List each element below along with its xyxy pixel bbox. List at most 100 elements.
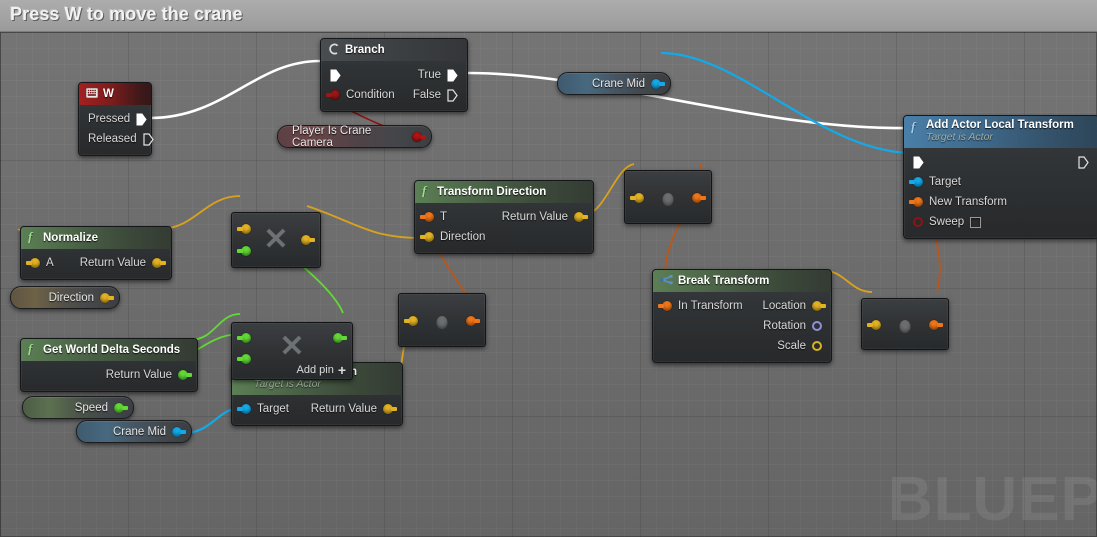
wire-layer (17, 51, 941, 435)
pin-label-new-transform: New Transform (929, 196, 1007, 208)
node-branch[interactable]: Branch True Condition False (320, 38, 468, 112)
pin-row-target[interactable]: Target (904, 172, 1097, 192)
node-break-transform[interactable]: Break Transform In Transform Location Ro… (652, 269, 832, 363)
pin-row-target[interactable]: Target Return Value (232, 399, 402, 419)
wire-exec-pressed-to-branch (149, 59, 321, 120)
var-node-crane-mid-bottom[interactable]: Crane Mid (76, 420, 192, 443)
vector-pin-direction[interactable] (420, 232, 434, 242)
pin-row-rotation[interactable]: Rotation (653, 316, 831, 336)
vector-pin-return-value[interactable] (383, 404, 397, 414)
object-pin-target[interactable] (909, 177, 923, 187)
node-body: True Condition False (321, 61, 467, 111)
vector-input-pin[interactable] (867, 320, 881, 330)
pin-row-a[interactable]: A Return Value (21, 253, 171, 273)
exec-pin-false[interactable] (447, 88, 458, 102)
pin-row-scale[interactable]: Scale (653, 336, 831, 356)
pin-row-condition[interactable]: Condition False (321, 85, 467, 105)
node-title: Branch (345, 44, 385, 56)
object-output-pin[interactable] (172, 426, 186, 437)
float-pin-a[interactable] (237, 333, 251, 343)
node-transform-direction[interactable]: f Transform Direction T Return Value Dir… (414, 180, 594, 254)
pin-row-return-value[interactable]: Return Value (21, 365, 197, 385)
node-collapsed-make-transform-b[interactable] (861, 298, 949, 350)
bool-output-pin[interactable] (412, 131, 426, 142)
pin-label-return-value: Return Value (79, 257, 146, 269)
node-subtitle: Target is Actor (926, 131, 993, 143)
vector-pin-a[interactable] (26, 258, 40, 268)
blueprint-graph-canvas[interactable]: BLUEP W Pressed Released Branch True Con… (0, 32, 1097, 537)
node-title: Break Transform (678, 275, 770, 287)
pin-row-pressed[interactable]: Pressed (79, 109, 151, 129)
sweep-checkbox[interactable] (970, 216, 982, 228)
node-header: Break Transform (653, 270, 831, 292)
pin-row-released[interactable]: Released (79, 129, 154, 149)
pin-label-target: Target (257, 403, 289, 415)
object-pin-target[interactable] (237, 404, 251, 414)
node-collapsed-make-transform-a[interactable] (624, 170, 712, 224)
float-pin-b[interactable] (237, 354, 251, 364)
keyboard-icon (86, 87, 98, 101)
node-normalize[interactable]: f Normalize A Return Value (20, 226, 172, 280)
exec-pin-in[interactable] (913, 156, 924, 169)
pin-row-exec[interactable] (904, 152, 1097, 172)
node-body: Return Value (21, 361, 197, 391)
node-event-w[interactable]: W Pressed Released (78, 82, 154, 156)
pin-label-return-value: Return Value (310, 403, 377, 415)
vector-pin-return-value[interactable] (574, 212, 588, 222)
svg-text:f: f (422, 184, 428, 197)
exec-pin-pressed[interactable] (136, 113, 147, 126)
node-header: Branch (321, 39, 467, 61)
float-pin-return-value[interactable] (333, 333, 347, 343)
vector-input-pin[interactable] (630, 193, 644, 203)
vector-pin-scale[interactable] (812, 341, 822, 351)
bool-pin-sweep[interactable] (913, 217, 923, 227)
transform-pin-in-transform[interactable] (658, 301, 672, 311)
node-multiply-float[interactable]: ✕ Add pin + (231, 322, 353, 380)
pin-row-t[interactable]: T Return Value (415, 207, 593, 227)
vector-pin-return-value[interactable] (301, 235, 315, 245)
add-pin-label: Add pin (296, 364, 334, 376)
float-pin-b[interactable] (237, 246, 251, 256)
vector-pin-a[interactable] (237, 224, 251, 234)
object-output-pin[interactable] (651, 78, 665, 89)
node-collapsed-make-transform-c[interactable] (398, 293, 486, 347)
transform-output-pin[interactable] (466, 316, 480, 326)
pin-label-pressed: Pressed (88, 113, 131, 125)
vector-input-pin[interactable] (404, 316, 418, 326)
pin-row-in-transform[interactable]: In Transform Location (653, 296, 831, 316)
transform-output-pin[interactable] (692, 193, 706, 203)
pin-label-a: A (46, 257, 54, 269)
vector-pin-return-value[interactable] (152, 258, 166, 268)
bool-pin-condition[interactable] (326, 90, 340, 100)
pin-label-return-value: Return Value (105, 369, 172, 381)
exec-pin-out[interactable] (1078, 155, 1089, 169)
var-node-crane-mid-top[interactable]: Crane Mid (557, 72, 671, 95)
var-label: Player Is Crane Camera (292, 124, 372, 149)
pin-label-in-transform: In Transform (678, 300, 743, 312)
pin-row-sweep[interactable]: Sweep (904, 212, 1097, 232)
node-multiply-vector[interactable]: ✕ (231, 212, 321, 268)
exec-pin-released[interactable] (142, 132, 154, 146)
multiply-glyph: ✕ (263, 223, 289, 256)
var-node-direction[interactable]: Direction (10, 286, 120, 309)
transform-pin-t[interactable] (420, 212, 434, 222)
pin-row-direction[interactable]: Direction (415, 227, 593, 247)
float-output-pin[interactable] (114, 402, 128, 413)
transform-pin-new-transform[interactable] (909, 197, 923, 207)
exec-pin-true[interactable] (447, 69, 458, 82)
transform-output-pin[interactable] (929, 320, 943, 330)
vector-pin-location[interactable] (812, 301, 826, 311)
node-header: f Get World Delta Seconds (21, 339, 197, 361)
pin-row-new-transform[interactable]: New Transform (904, 192, 1097, 212)
exec-pin-in[interactable] (330, 69, 341, 82)
rotator-pin-rotation[interactable] (812, 321, 822, 331)
vector-output-pin[interactable] (100, 292, 114, 303)
pin-row-exec[interactable]: True (321, 65, 467, 85)
var-node-speed[interactable]: Speed (22, 396, 134, 419)
var-node-player-is-crane-camera[interactable]: Player Is Crane Camera (277, 124, 432, 149)
plus-icon[interactable]: + (338, 363, 346, 377)
add-pin-control[interactable]: Add pin + (296, 363, 347, 377)
float-pin-return-value[interactable] (178, 370, 192, 380)
node-get-world-delta-seconds[interactable]: f Get World Delta Seconds Return Value (20, 338, 198, 392)
node-add-actor-local-transform[interactable]: f Add Actor Local Transform Target is Ac… (903, 115, 1097, 239)
